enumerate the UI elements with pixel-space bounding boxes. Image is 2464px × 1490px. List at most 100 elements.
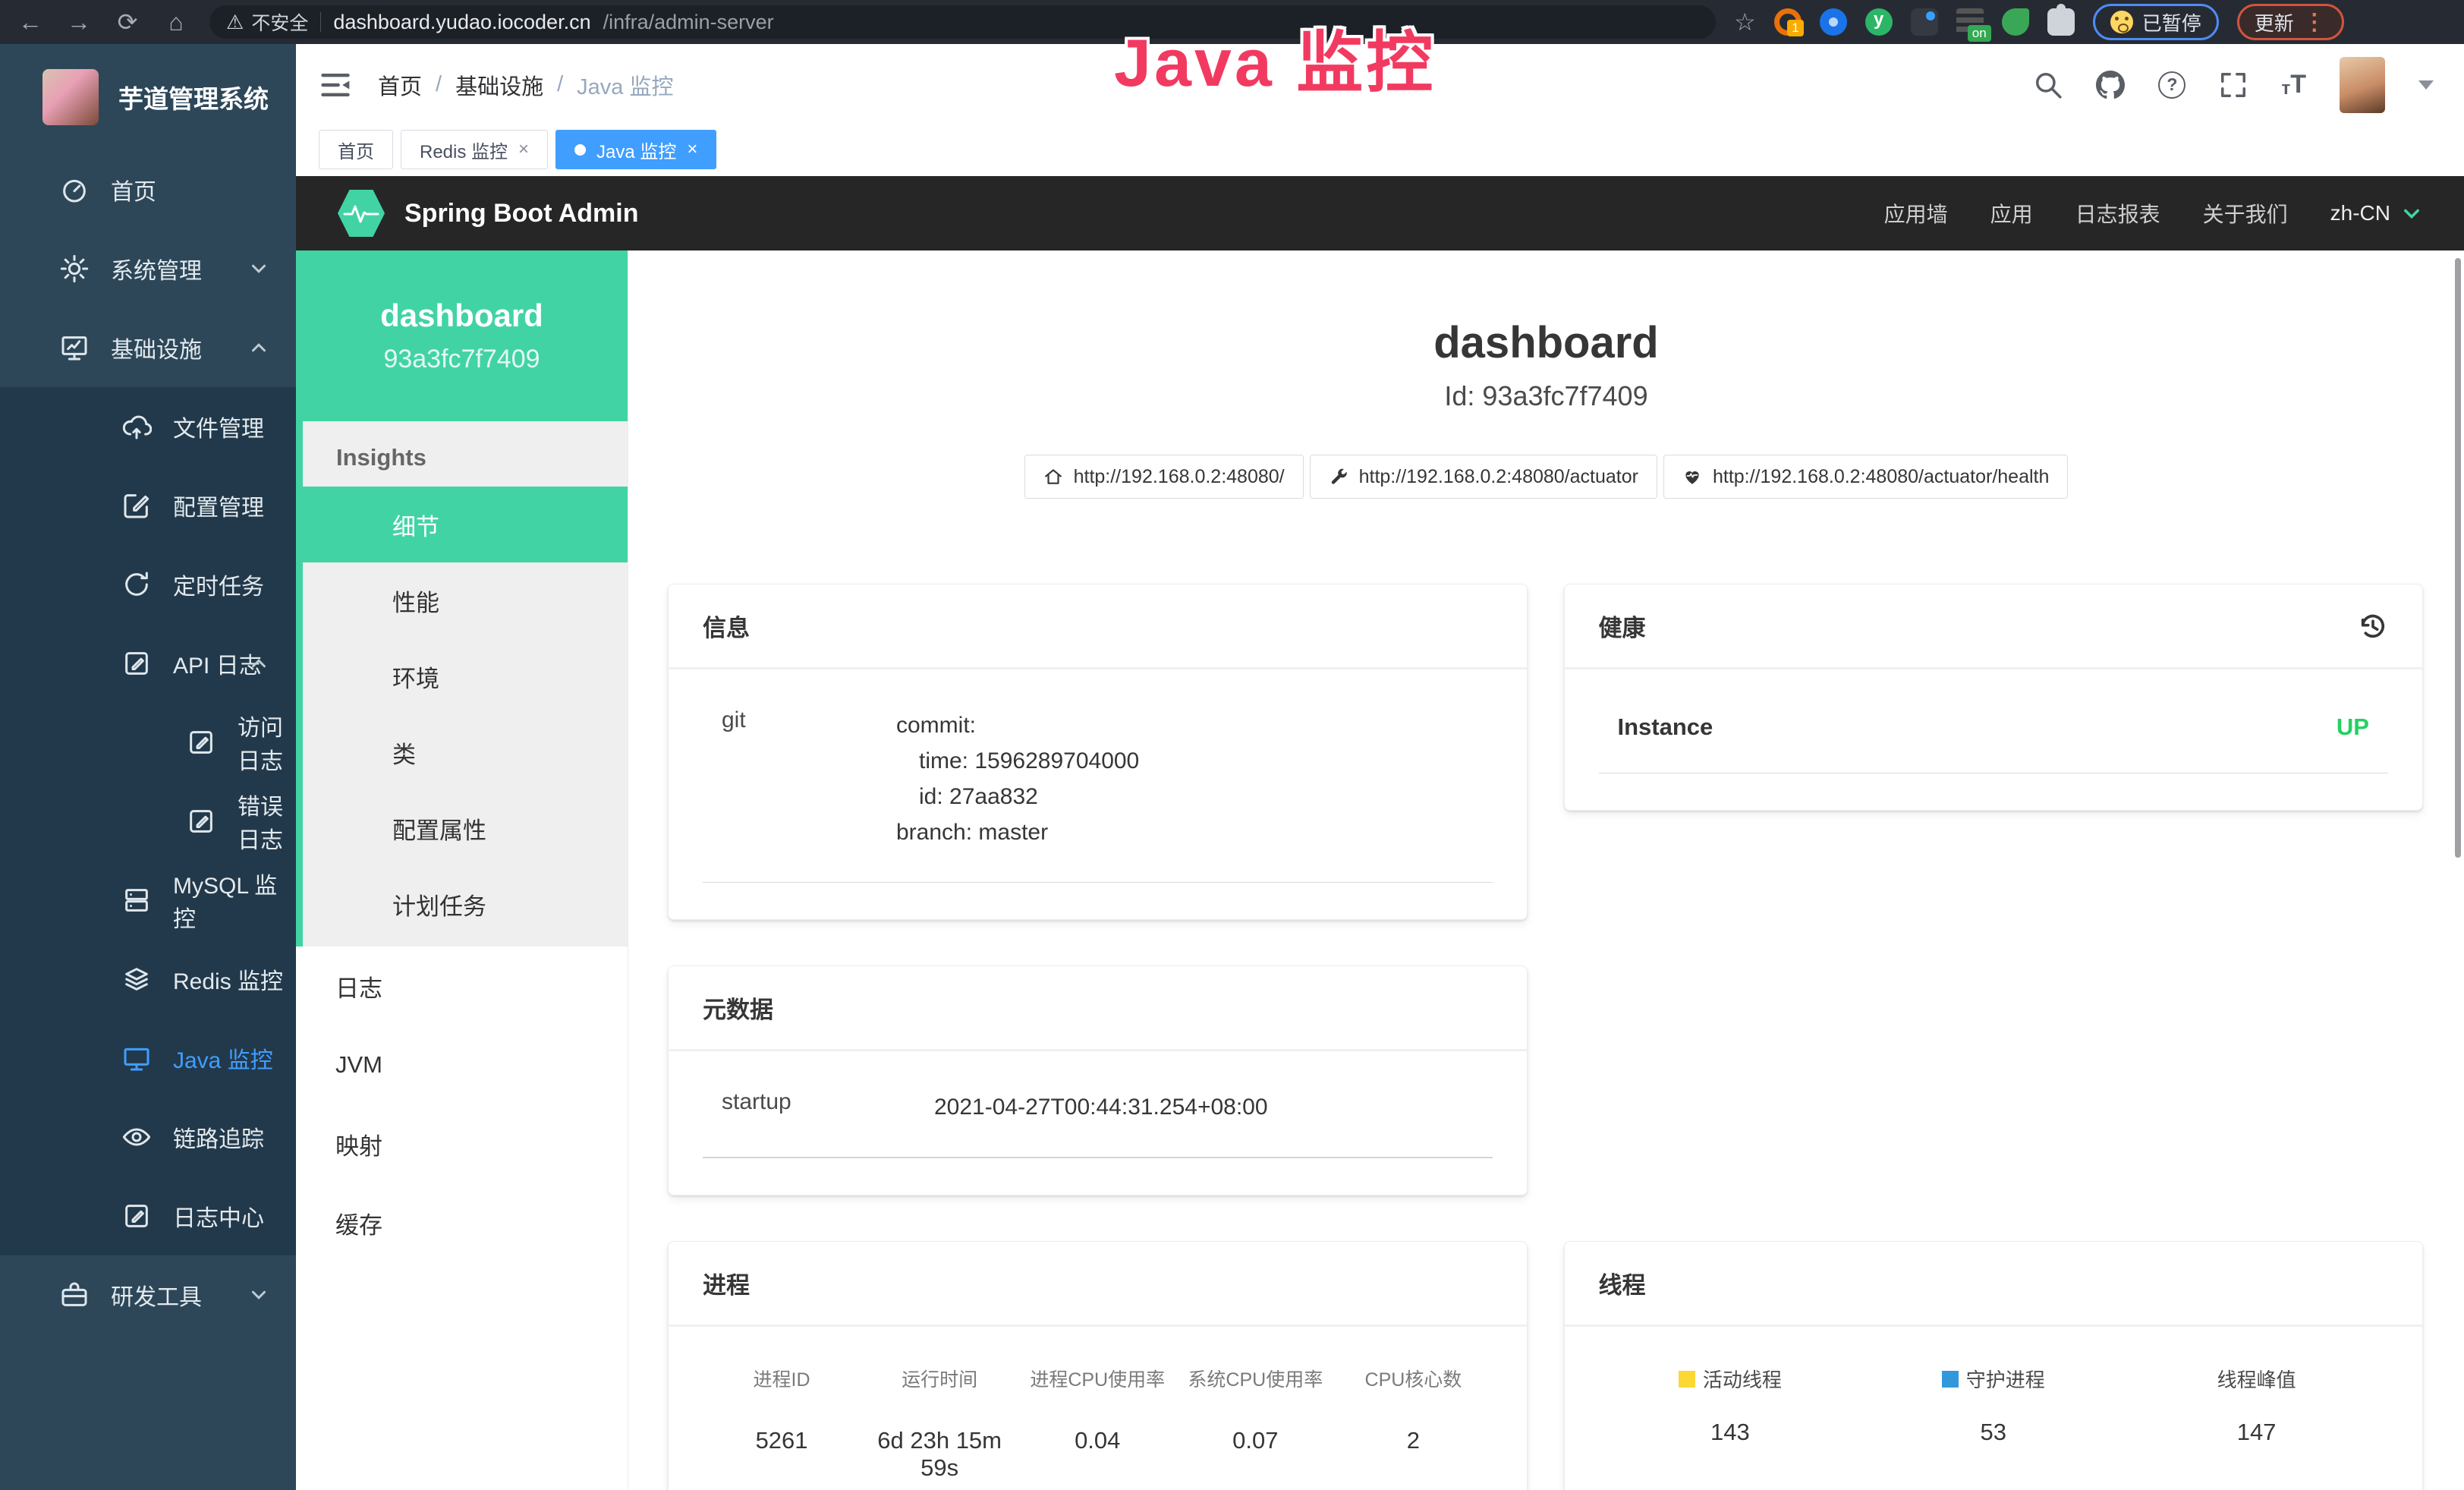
github-icon[interactable]	[2096, 71, 2125, 99]
sidebar: 芋道管理系统 首页 系统管理 基础设施 文件管理	[0, 44, 296, 1490]
layers-icon	[121, 964, 152, 994]
window-scrollbar[interactable]	[2455, 258, 2461, 858]
health-url-link[interactable]: http://192.168.0.2:48080/actuator/health	[1663, 455, 2068, 499]
menu-item-jvm[interactable]: JVM	[296, 1025, 628, 1104]
tab-label: Redis 监控	[420, 137, 508, 163]
user-avatar[interactable]	[2340, 57, 2385, 113]
tab-java-monitor[interactable]: Java 监控 ×	[555, 130, 716, 169]
instance-id-line: Id: 93a3fc7f7409	[628, 380, 2464, 412]
sidebar-item-label: 首页	[111, 173, 156, 206]
sidebar-item-config-manage[interactable]: 配置管理	[0, 466, 296, 545]
menu-item-classes[interactable]: 类	[303, 714, 628, 790]
bookmark-star-icon[interactable]: ☆	[1734, 8, 1756, 36]
font-size-icon[interactable]	[2281, 70, 2306, 99]
menu-item-metrics[interactable]: 性能	[303, 562, 628, 638]
hamburger-icon[interactable]	[319, 68, 352, 102]
breadcrumb-item[interactable]: 首页	[378, 69, 422, 101]
extension-icon[interactable]: 1	[1774, 8, 1802, 36]
nav-journal[interactable]: 日志报表	[2075, 198, 2160, 228]
actuator-url: http://192.168.0.2:48080/actuator	[1359, 466, 1638, 488]
timer-icon	[121, 569, 152, 600]
reload-icon[interactable]: ⟳	[112, 10, 143, 34]
sidebar-item-label: 错误日志	[238, 788, 296, 855]
paused-label: 已暂停	[2142, 8, 2201, 36]
puzzle-extensions-icon[interactable]	[2047, 8, 2075, 36]
java-monitor-icon	[121, 1043, 152, 1073]
breadcrumb-item[interactable]: 基础设施	[455, 69, 543, 101]
menu-item-mappings[interactable]: 映射	[296, 1104, 628, 1183]
sidebar-item-label: Java 监控	[173, 1041, 273, 1075]
instance-id: 93a3fc7f7409	[383, 345, 540, 374]
database-icon	[121, 885, 152, 915]
log-edit-icon	[186, 806, 216, 836]
home-icon[interactable]: ⌂	[161, 10, 191, 34]
monitor-chart-icon	[59, 332, 90, 363]
app-logo[interactable]: 芋道管理系统	[0, 44, 296, 150]
sidebar-item-dev-tools[interactable]: 研发工具	[0, 1255, 296, 1334]
caret-down-icon[interactable]	[2418, 80, 2434, 90]
nav-applications-wall[interactable]: 应用墙	[1884, 198, 1948, 228]
edit-icon	[121, 490, 152, 521]
sidebar-item-infrastructure[interactable]: 基础设施	[0, 308, 296, 387]
startup-value: 2021-04-27T00:44:31.254+08:00	[934, 1089, 1268, 1125]
paused-profile-badge[interactable]: 已暂停	[2093, 4, 2219, 40]
sidebar-item-system[interactable]: 系统管理	[0, 229, 296, 308]
nav-applications[interactable]: 应用	[1990, 198, 2033, 228]
tab-redis-monitor[interactable]: Redis 监控 ×	[401, 130, 548, 169]
not-secure-label[interactable]: 不安全	[226, 8, 308, 36]
menu-item-config-props[interactable]: 配置属性	[303, 790, 628, 866]
search-icon[interactable]	[2034, 71, 2063, 99]
menu-item-details[interactable]: 细节	[303, 487, 628, 562]
sidebar-item-home[interactable]: 首页	[0, 150, 296, 229]
back-icon[interactable]: ←	[15, 10, 46, 34]
sidebar-item-label: Redis 监控	[173, 962, 283, 996]
pin-extension-icon[interactable]	[1820, 8, 1847, 36]
info-card: 信息 git commit: time: 1596289704000 id: 2…	[668, 584, 1528, 920]
tab-home[interactable]: 首页	[319, 130, 393, 169]
chevron-down-icon	[247, 257, 270, 280]
sidebar-item-redis-monitor[interactable]: Redis 监控	[0, 940, 296, 1019]
url-bar[interactable]: 不安全 dashboard.yudao.iocoder.cn /infra/ad…	[209, 5, 1716, 39]
sba-brand[interactable]: Spring Boot Admin	[404, 199, 638, 228]
health-row-instance: Instance UP	[1599, 707, 2389, 773]
help-icon[interactable]	[2158, 71, 2186, 99]
browser-menu-icon[interactable]: ⋮	[2303, 9, 2327, 36]
menu-item-environment[interactable]: 环境	[303, 638, 628, 714]
chevron-down-icon	[247, 1284, 270, 1306]
sba-instance-menu: dashboard 93a3fc7f7409 Insights 细节 性能 环境…	[296, 250, 628, 1490]
leaf-extension-icon[interactable]	[2002, 8, 2029, 36]
instance-header[interactable]: dashboard 93a3fc7f7409	[296, 250, 628, 421]
service-url-link[interactable]: http://192.168.0.2:48080/	[1024, 455, 1304, 499]
sidebar-item-access-log[interactable]: 访问日志	[0, 703, 296, 782]
grid-extension-icon[interactable]	[1911, 8, 1938, 36]
sidebar-item-scheduled-jobs[interactable]: 定时任务	[0, 545, 296, 624]
close-icon[interactable]: ×	[687, 139, 697, 160]
sidebar-item-log-center[interactable]: 日志中心	[0, 1177, 296, 1255]
sidebar-item-error-log[interactable]: 错误日志	[0, 782, 296, 861]
locale-select[interactable]: zh-CN	[2330, 201, 2422, 225]
actuator-url-link[interactable]: http://192.168.0.2:48080/actuator	[1310, 455, 1657, 499]
daemon-threads-value: 53	[1981, 1419, 2006, 1446]
divider	[320, 12, 321, 32]
sidebar-item-file-manage[interactable]: 文件管理	[0, 387, 296, 466]
fullscreen-icon[interactable]	[2219, 71, 2248, 99]
health-card: 健康 Instance UP	[1564, 584, 2424, 811]
sidebar-item-mysql-monitor[interactable]: MySQL 监控	[0, 861, 296, 940]
instance-name: dashboard	[380, 298, 543, 334]
history-icon[interactable]	[2358, 611, 2388, 641]
close-icon[interactable]: ×	[518, 139, 529, 160]
switch-extension-icon[interactable]: on	[1956, 8, 1984, 36]
forward-icon[interactable]: →	[64, 10, 94, 34]
menu-item-caches[interactable]: 缓存	[296, 1183, 628, 1262]
nav-about[interactable]: 关于我们	[2203, 198, 2288, 228]
menu-item-logs[interactable]: 日志	[296, 947, 628, 1025]
y-extension-icon[interactable]	[1865, 8, 1893, 36]
sidebar-item-java-monitor[interactable]: Java 监控	[0, 1019, 296, 1098]
live-threads-value: 143	[1710, 1419, 1750, 1446]
sidebar-item-tracing[interactable]: 链路追踪	[0, 1098, 296, 1177]
update-label: 更新	[2255, 8, 2294, 36]
info-row-git: git commit: time: 1596289704000 id: 27aa…	[703, 707, 1493, 883]
menu-item-scheduled-tasks[interactable]: 计划任务	[303, 866, 628, 942]
update-button[interactable]: 更新 ⋮	[2237, 4, 2344, 40]
sidebar-item-api-log[interactable]: API 日志	[0, 624, 296, 703]
